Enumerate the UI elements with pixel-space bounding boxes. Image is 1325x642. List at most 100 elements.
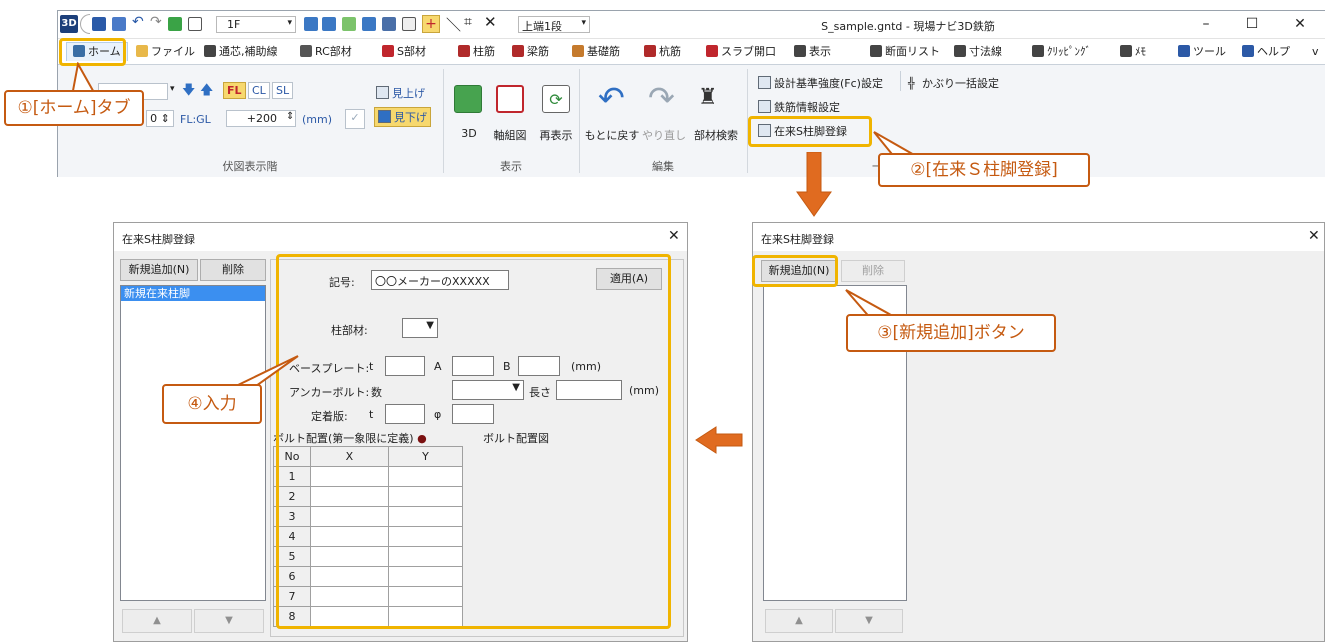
dialog-close-button[interactable]: ✕ bbox=[1308, 228, 1320, 244]
axis-view-icon[interactable] bbox=[496, 85, 524, 113]
section-list-icon bbox=[870, 45, 882, 57]
tab-rc-member[interactable]: RC部材 bbox=[300, 43, 352, 61]
crosshair-toggle-icon[interactable]: + bbox=[422, 15, 440, 33]
callout-home-tab-text: ①[ホーム]タブ bbox=[17, 98, 131, 118]
tab-help[interactable]: ヘルプ bbox=[1242, 43, 1290, 61]
chevron-down-icon[interactable]: ▾ bbox=[170, 84, 175, 94]
tab-slab-opening[interactable]: スラブ開口 bbox=[706, 43, 776, 61]
s-member-icon bbox=[382, 45, 394, 57]
line-icon[interactable]: ＼ bbox=[446, 14, 461, 35]
move-down-button[interactable]: ▼ bbox=[835, 609, 903, 633]
redraw-button-label[interactable]: 再表示 bbox=[534, 127, 578, 143]
tab-pile-rebar[interactable]: 杭筋 bbox=[644, 43, 681, 61]
grid-icon[interactable] bbox=[188, 17, 202, 31]
spin-icon[interactable]: ⇕ bbox=[286, 111, 294, 122]
tab-column-rebar[interactable]: 柱筋 bbox=[458, 43, 495, 61]
tab-beam-rebar[interactable]: 梁筋 bbox=[512, 43, 549, 61]
close-button[interactable]: ✕ bbox=[1284, 14, 1316, 34]
look-up-button[interactable]: 見上げ bbox=[376, 85, 425, 101]
cl-toggle[interactable]: CL bbox=[248, 82, 270, 99]
move-down-button[interactable]: ▼ bbox=[194, 609, 264, 633]
ribbon: ▾ 🡇 🡅 FL CL SL 0 ⇕ FL:GL +200 ⇕ (mm) ✓ 見… bbox=[58, 64, 1325, 177]
look-down-button[interactable]: 見下げ bbox=[374, 107, 431, 127]
list-item[interactable]: 新規在来柱脚 bbox=[121, 286, 265, 301]
dialog-close-button[interactable]: ✕ bbox=[668, 228, 680, 244]
display-icon bbox=[794, 45, 806, 57]
tab-section-list[interactable]: 断面リスト bbox=[870, 43, 940, 61]
axis-button-label[interactable]: 軸組図 bbox=[487, 127, 533, 143]
tab-more[interactable]: v bbox=[1312, 43, 1319, 61]
undo-icon[interactable]: ↶ bbox=[132, 14, 144, 30]
cover-bulk-icon: ╬ bbox=[908, 77, 915, 90]
design-strength-button[interactable]: 設計基準強度(Fc)設定 bbox=[758, 75, 883, 91]
3d-button-label[interactable]: 3D bbox=[454, 127, 484, 140]
unit-label: (mm) bbox=[302, 113, 333, 126]
redraw-icon[interactable]: ⟳ bbox=[542, 85, 570, 113]
tab-s-member[interactable]: S部材 bbox=[382, 43, 426, 61]
delete-button[interactable]: 削除 bbox=[200, 259, 266, 281]
select-box-icon[interactable]: ⌗ bbox=[464, 14, 472, 30]
arrow-up-icon[interactable]: 🡅 bbox=[200, 81, 213, 103]
qat-bracket-icon bbox=[80, 14, 90, 34]
tab-tool[interactable]: ツール bbox=[1178, 43, 1226, 61]
floor-group-label: 伏図表示階 bbox=[222, 160, 278, 173]
offset-left-spin[interactable]: 0 ⇕ bbox=[146, 110, 174, 127]
look-down-icon bbox=[378, 110, 391, 123]
clipping-icon bbox=[1032, 45, 1044, 57]
tab-label: S部材 bbox=[397, 45, 426, 58]
rebar-info-icon bbox=[758, 100, 771, 113]
view-icon-2[interactable] bbox=[322, 17, 336, 31]
search-button-label[interactable]: 部材検索 bbox=[688, 127, 744, 143]
tab-display[interactable]: 表示 bbox=[794, 43, 831, 61]
delete-button[interactable]: 削除 bbox=[841, 260, 905, 282]
tab-label: ヘルプ bbox=[1257, 45, 1290, 58]
cross-icon[interactable]: ✕ bbox=[484, 13, 497, 31]
tab-folder[interactable]: ファイル bbox=[136, 43, 195, 61]
save-icon[interactable] bbox=[92, 17, 106, 31]
input-area-highlight bbox=[276, 254, 671, 629]
tab-label: 断面リスト bbox=[885, 45, 940, 58]
list-icon-1[interactable] bbox=[362, 17, 376, 31]
minimize-button[interactable]: – bbox=[1190, 14, 1222, 34]
help-icon bbox=[1242, 45, 1254, 57]
top-level-select[interactable]: 上端1段 ▾ bbox=[518, 16, 590, 33]
rebar-info-button[interactable]: 鉄筋情報設定 bbox=[758, 99, 840, 115]
add-new-button[interactable]: 新規追加(N) bbox=[120, 259, 198, 281]
list-icon-2[interactable] bbox=[382, 17, 396, 31]
display-group: 3D 軸組図 ⟳ 再表示 表示 bbox=[444, 65, 578, 178]
redo-icon[interactable]: ↷ bbox=[150, 14, 162, 30]
view-icon-1[interactable] bbox=[304, 17, 318, 31]
tab-label: ツール bbox=[1193, 45, 1226, 58]
maximize-button[interactable]: ☐ bbox=[1236, 14, 1268, 34]
move-up-button[interactable]: ▲ bbox=[765, 609, 833, 633]
floor-select[interactable]: 1F ▾ bbox=[216, 16, 296, 33]
tab-crosshair[interactable]: 通芯,補助線 bbox=[204, 43, 278, 61]
arrow-down-icon[interactable]: 🡇 bbox=[182, 81, 195, 103]
fl-toggle[interactable]: FL bbox=[223, 82, 246, 99]
sl-toggle[interactable]: SL bbox=[272, 82, 294, 99]
cover-bulk-button[interactable]: ╬ かぶり一括設定 bbox=[908, 75, 999, 91]
undo-button-label[interactable]: もとに戻す bbox=[584, 127, 640, 143]
dialog-title-bar: 在来S柱脚登録 ✕ bbox=[753, 223, 1324, 251]
3d-view-icon[interactable] bbox=[454, 85, 482, 113]
tab-clipping[interactable]: ｸﾘｯﾋﾟﾝｸﾞ bbox=[1032, 43, 1091, 61]
confirm-check-button[interactable]: ✓ bbox=[345, 109, 365, 129]
tab-dimension[interactable]: 寸法線 bbox=[954, 43, 1002, 61]
move-up-button[interactable]: ▲ bbox=[122, 609, 192, 633]
cover-bulk-label: かぶり一括設定 bbox=[922, 77, 999, 90]
flow-arrow-down-icon bbox=[796, 152, 832, 217]
dialog-title: 在来S柱脚登録 bbox=[761, 233, 834, 246]
tab-footing-rebar[interactable]: 基礎筋 bbox=[572, 43, 620, 61]
green-square-icon[interactable] bbox=[168, 17, 182, 31]
save-as-icon[interactable] bbox=[112, 17, 126, 31]
tab-memo[interactable]: ﾒﾓ bbox=[1120, 43, 1146, 61]
base-list[interactable]: 新規在来柱脚 bbox=[120, 285, 266, 601]
redo-button-label[interactable]: やり直し bbox=[640, 127, 688, 143]
look-down-label: 見下げ bbox=[394, 111, 427, 124]
palette-icon[interactable] bbox=[342, 17, 356, 31]
undo-big-icon[interactable]: ↶ bbox=[598, 79, 625, 117]
table-icon[interactable] bbox=[402, 17, 416, 31]
ribbon-tabs: ホーム ファイル 通芯,補助線 RC部材 S部材 柱筋 梁筋 基礎筋 杭筋 スラブ開口 表示 断面リス… bbox=[58, 39, 1325, 64]
redo-big-icon[interactable]: ↷ bbox=[648, 79, 675, 117]
binoculars-icon[interactable]: ♜ bbox=[698, 85, 718, 110]
